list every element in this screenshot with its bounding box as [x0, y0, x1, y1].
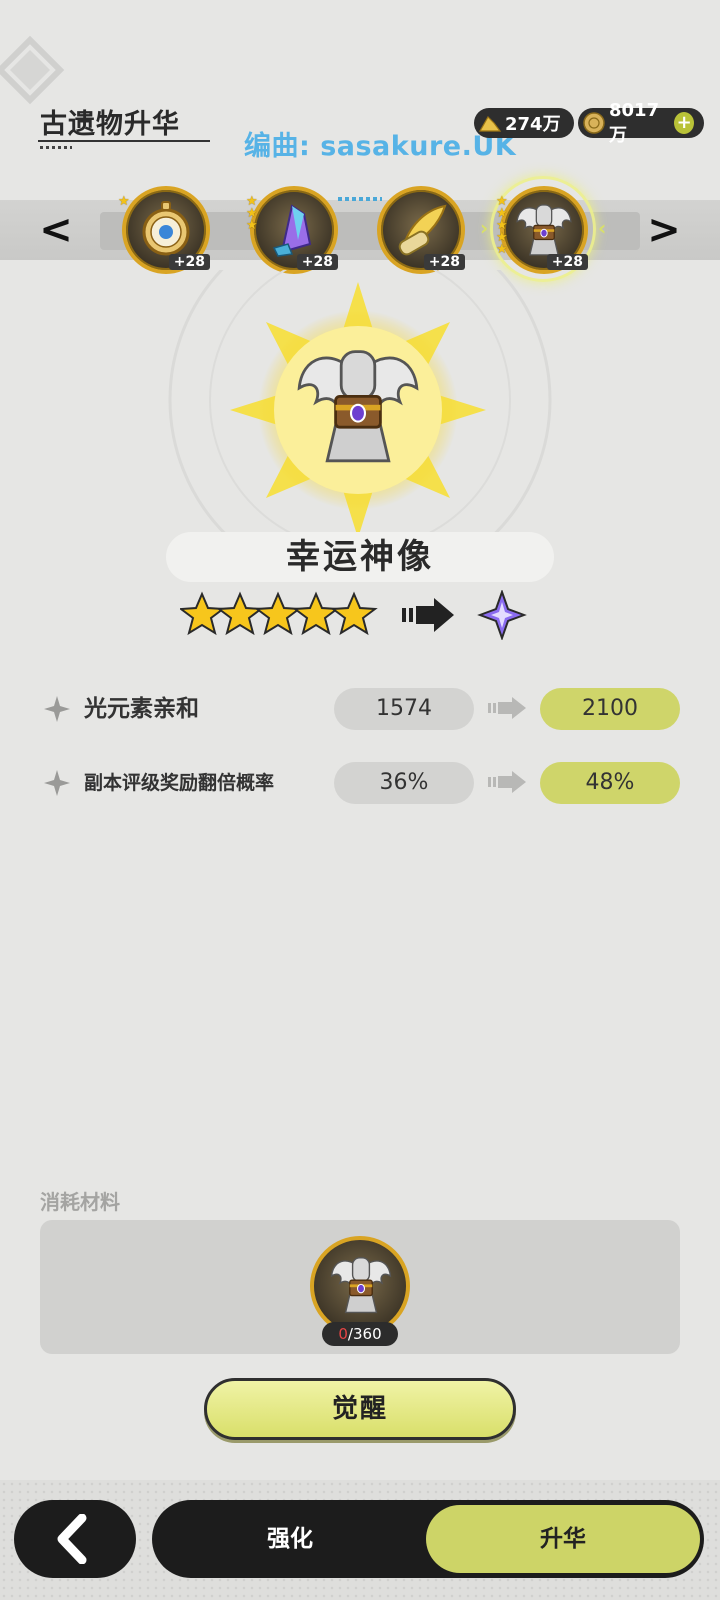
relic-slot-crystal[interactable]: ★ ★ ★ +28 [246, 186, 338, 274]
materials-title: 消耗材料 [40, 1190, 120, 1214]
next-relic-button[interactable]: > [644, 208, 684, 252]
stat-row-light-affinity: 光元素亲和 1574 2100 [40, 686, 680, 732]
sparkle-icon [44, 696, 70, 722]
gold-coin-icon [583, 112, 605, 134]
relic-level: +28 [423, 254, 465, 270]
stat-old-value: 1574 [334, 688, 474, 730]
rank-upgrade-row [180, 590, 527, 640]
relic-level: +28 [546, 254, 588, 270]
stat-new-value: 48% [540, 762, 680, 804]
arrow-right-icon [402, 598, 454, 632]
relic-stars: ★ ★ ★ [246, 194, 258, 233]
prev-relic-button[interactable]: < [36, 208, 76, 252]
arrow-right-icon [488, 771, 526, 793]
pocket-watch-icon [142, 201, 190, 256]
gold-pile-icon [478, 116, 502, 132]
relic-hero-emblem [230, 282, 486, 538]
currency-coin-amount: 8017万 [609, 99, 660, 146]
relic-slot-golden-feather[interactable]: +28 [377, 186, 465, 274]
material-count-current: 0 [338, 1325, 348, 1343]
page-indicator [338, 197, 382, 201]
relic-stars: ★ ★ ★ ★ ★ [496, 194, 508, 257]
golden-feather-icon [398, 204, 447, 256]
angel-statue-icon [326, 1248, 396, 1318]
tab-strengthen[interactable]: 强化 [190, 1500, 390, 1578]
currency-gold-amount: 274万 [505, 114, 561, 135]
gold-star-icon [216, 591, 264, 636]
material-count-required: /360 [347, 1325, 382, 1343]
arrow-right-icon [488, 697, 526, 719]
stat-label: 光元素亲和 [84, 696, 199, 722]
selected-chevron-right-icon: ‹ [598, 216, 607, 240]
relic-name: 幸运神像 [286, 537, 434, 577]
sparkle-icon [44, 770, 70, 796]
stat-row-reward-double-chance: 副本评级奖励翻倍概率 36% 48% [40, 760, 680, 806]
selected-chevron-left-icon: › [480, 216, 489, 240]
crystal-icon [272, 204, 312, 257]
gold-star-icon [180, 591, 226, 636]
stat-new-value: 2100 [540, 688, 680, 730]
gold-star-icon [254, 591, 302, 636]
stat-old-value: 36% [334, 762, 474, 804]
relic-stars: ★ [118, 194, 130, 209]
angel-statue-icon [512, 196, 576, 260]
relic-level: +28 [296, 254, 338, 270]
relic-slot-angel-statue[interactable]: ★ ★ ★ ★ ★ +28 [496, 186, 588, 274]
title-underline [38, 140, 210, 142]
gold-star-icon [292, 591, 340, 636]
purple-star-icon [477, 590, 527, 640]
page-title: 古遗物升华 [40, 109, 180, 140]
material-item[interactable] [310, 1236, 410, 1336]
tab-ascend[interactable]: 升华 [426, 1505, 700, 1573]
add-currency-button[interactable]: + [674, 112, 694, 134]
title-dots [40, 146, 72, 149]
material-count: 0/360 [322, 1322, 398, 1346]
relic-slot-pocket-watch[interactable]: ★ +28 [118, 186, 210, 274]
currency-gold[interactable]: 274万 [474, 108, 574, 138]
stat-label: 副本评级奖励翻倍概率 [84, 772, 275, 794]
chevron-left-icon [57, 1514, 87, 1564]
gold-star-icon [330, 591, 378, 636]
awaken-button[interactable]: 觉醒 [204, 1378, 516, 1440]
relic-level: +28 [168, 254, 210, 270]
currency-coin[interactable]: 8017万 + [578, 100, 704, 146]
